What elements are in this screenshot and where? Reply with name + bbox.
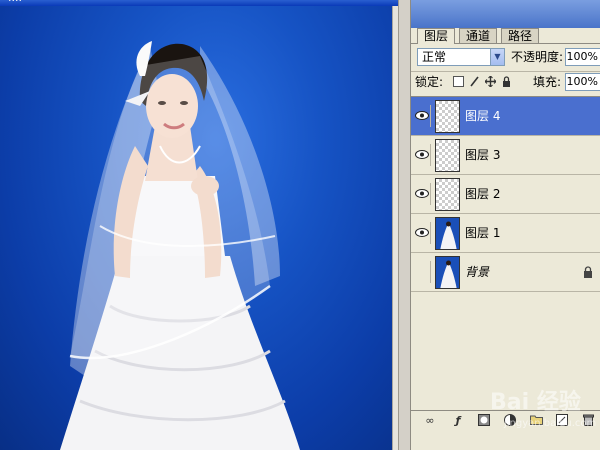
mask-icon[interactable] [477,414,491,428]
lock-transparent-icon[interactable] [453,76,464,87]
blend-opacity-row: 正常 ▼ 不透明度: 100% [415,48,600,70]
visibility-toggle[interactable] [413,105,431,127]
lock-all-icon[interactable] [501,76,512,87]
lock-label: 锁定: [415,75,444,89]
layer-thumbnail [435,139,460,172]
tab-channels[interactable]: 通道 [459,28,498,44]
document-title: .... [8,0,22,4]
eye-icon [415,150,429,159]
opacity-label: 不透明度: [511,50,564,64]
visibility-toggle[interactable] [413,144,431,166]
new-layer-icon[interactable] [555,414,569,428]
fill-label: 填充: [533,75,562,89]
layer-name[interactable]: 图层 3 [465,148,500,162]
visibility-toggle[interactable] [413,222,431,244]
blend-mode-select[interactable]: 正常 ▼ [417,48,505,66]
opacity-input[interactable]: 100% [565,48,600,66]
fill-input[interactable]: 100% [565,73,600,91]
photoshop-workspace: .... [0,0,600,450]
layer-row[interactable]: 图层 2 [411,175,600,214]
layer-row[interactable]: 图层 1 [411,214,600,253]
tab-layers[interactable]: 图层 [417,28,456,44]
blend-mode-value: 正常 [422,50,447,64]
layer-row[interactable]: 背景 [411,253,600,292]
layers-palette: 图层 通道 路径 正常 ▼ 不透明度: 100% 锁定: 填充: 100% 图层… [410,0,600,450]
folder-icon[interactable] [529,414,543,428]
divider [411,71,600,72]
adjustment-icon[interactable] [503,414,517,428]
eye-icon [415,189,429,198]
layer-thumbnail [435,217,460,250]
chevron-down-icon[interactable]: ▼ [490,49,504,65]
palette-tabs: 图层 通道 路径 [415,28,600,44]
image-canvas[interactable] [0,6,392,450]
lock-paint-icon[interactable] [469,76,480,87]
lock-fill-row: 锁定: 填充: 100% [415,73,600,93]
link-icon[interactable]: ∞ [423,414,437,428]
layers-list: 图层 4 图层 3 图层 2 图层 1 背景 [411,96,600,408]
layer-style-icon[interactable]: ƒ [451,414,465,428]
palette-bottom-toolbar: ∞ ƒ [411,410,600,430]
palette-footer [411,430,600,450]
bride-photo [60,41,300,450]
layer-name[interactable]: 图层 2 [465,187,500,201]
layer-row[interactable]: 图层 3 [411,136,600,175]
layer-name[interactable]: 图层 1 [465,226,500,240]
lock-icon [584,266,592,278]
palette-titlebar[interactable] [411,0,600,28]
tab-paths[interactable]: 路径 [501,28,540,44]
layer-name[interactable]: 背景 [465,265,489,279]
layer-name[interactable]: 图层 4 [465,109,500,123]
layer-thumbnail [435,178,460,211]
visibility-toggle[interactable] [413,183,431,205]
workspace-gutter [398,0,410,450]
lock-move-icon[interactable] [484,75,497,88]
layer-thumbnail [435,256,460,289]
document-window: .... [0,0,398,450]
eye-icon [415,228,429,237]
visibility-toggle[interactable] [413,261,431,283]
layer-row[interactable]: 图层 4 [411,97,600,136]
eye-icon [415,111,429,120]
layer-thumbnail [435,100,460,133]
trash-icon[interactable] [581,414,595,428]
